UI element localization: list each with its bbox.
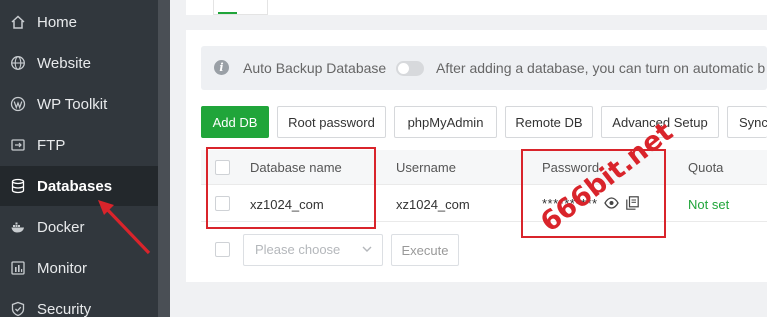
sidebar-item-ftp[interactable]: FTP <box>0 125 158 165</box>
sidebar-item-label: Website <box>37 54 91 72</box>
monitor-icon <box>10 260 26 276</box>
shield-icon <box>10 301 26 317</box>
quota-cell[interactable]: Not set <box>688 197 729 212</box>
sidebar-item-label: Security <box>37 300 92 317</box>
tab-indicator <box>218 12 237 14</box>
auto-backup-description: After adding a database, you can turn on… <box>436 60 766 76</box>
sidebar-item-label: Databases <box>37 177 113 195</box>
sidebar-item-label: WP Toolkit <box>37 95 108 113</box>
highlight-box-database-name <box>206 147 376 229</box>
sidebar-scrollbar[interactable] <box>158 0 170 317</box>
batch-action-placeholder: Please choose <box>255 242 341 257</box>
phpmyadmin-button[interactable]: phpMyAdmin <box>394 106 497 138</box>
docker-icon <box>10 219 26 235</box>
remote-db-button[interactable]: Remote DB <box>505 106 593 138</box>
sidebar-item-label: FTP <box>37 136 66 154</box>
column-header-quota[interactable]: Quota <box>688 160 723 175</box>
red-arrow-icon <box>94 196 154 261</box>
add-db-button[interactable]: Add DB <box>201 106 269 138</box>
wordpress-icon <box>10 96 26 112</box>
globe-icon <box>10 55 26 71</box>
sidebar-item-label: Home <box>37 13 78 31</box>
sync-button[interactable]: Sync <box>727 106 767 138</box>
sidebar-item-label: Docker <box>37 218 85 236</box>
username-cell: xz1024_com <box>396 197 470 212</box>
sidebar-item-security[interactable]: Security <box>0 289 158 317</box>
sidebar-item-label: Monitor <box>37 259 88 277</box>
sidebar-item-wp-toolkit[interactable]: WP Toolkit <box>0 84 158 124</box>
chevron-down-icon <box>361 243 373 255</box>
toggle-knob <box>398 63 409 74</box>
home-icon <box>10 14 26 30</box>
batch-select-checkbox[interactable] <box>215 242 230 257</box>
sidebar-item-home[interactable]: Home <box>0 2 158 42</box>
auto-backup-label: Auto Backup Database <box>243 60 387 76</box>
database-icon <box>10 178 26 194</box>
root-password-button[interactable]: Root password <box>277 106 386 138</box>
top-card <box>186 0 767 15</box>
sidebar-item-website[interactable]: Website <box>0 43 158 83</box>
column-header-username[interactable]: Username <box>396 160 456 175</box>
ftp-icon <box>10 137 26 153</box>
info-icon: i <box>214 60 229 75</box>
execute-button[interactable]: Execute <box>391 234 459 266</box>
